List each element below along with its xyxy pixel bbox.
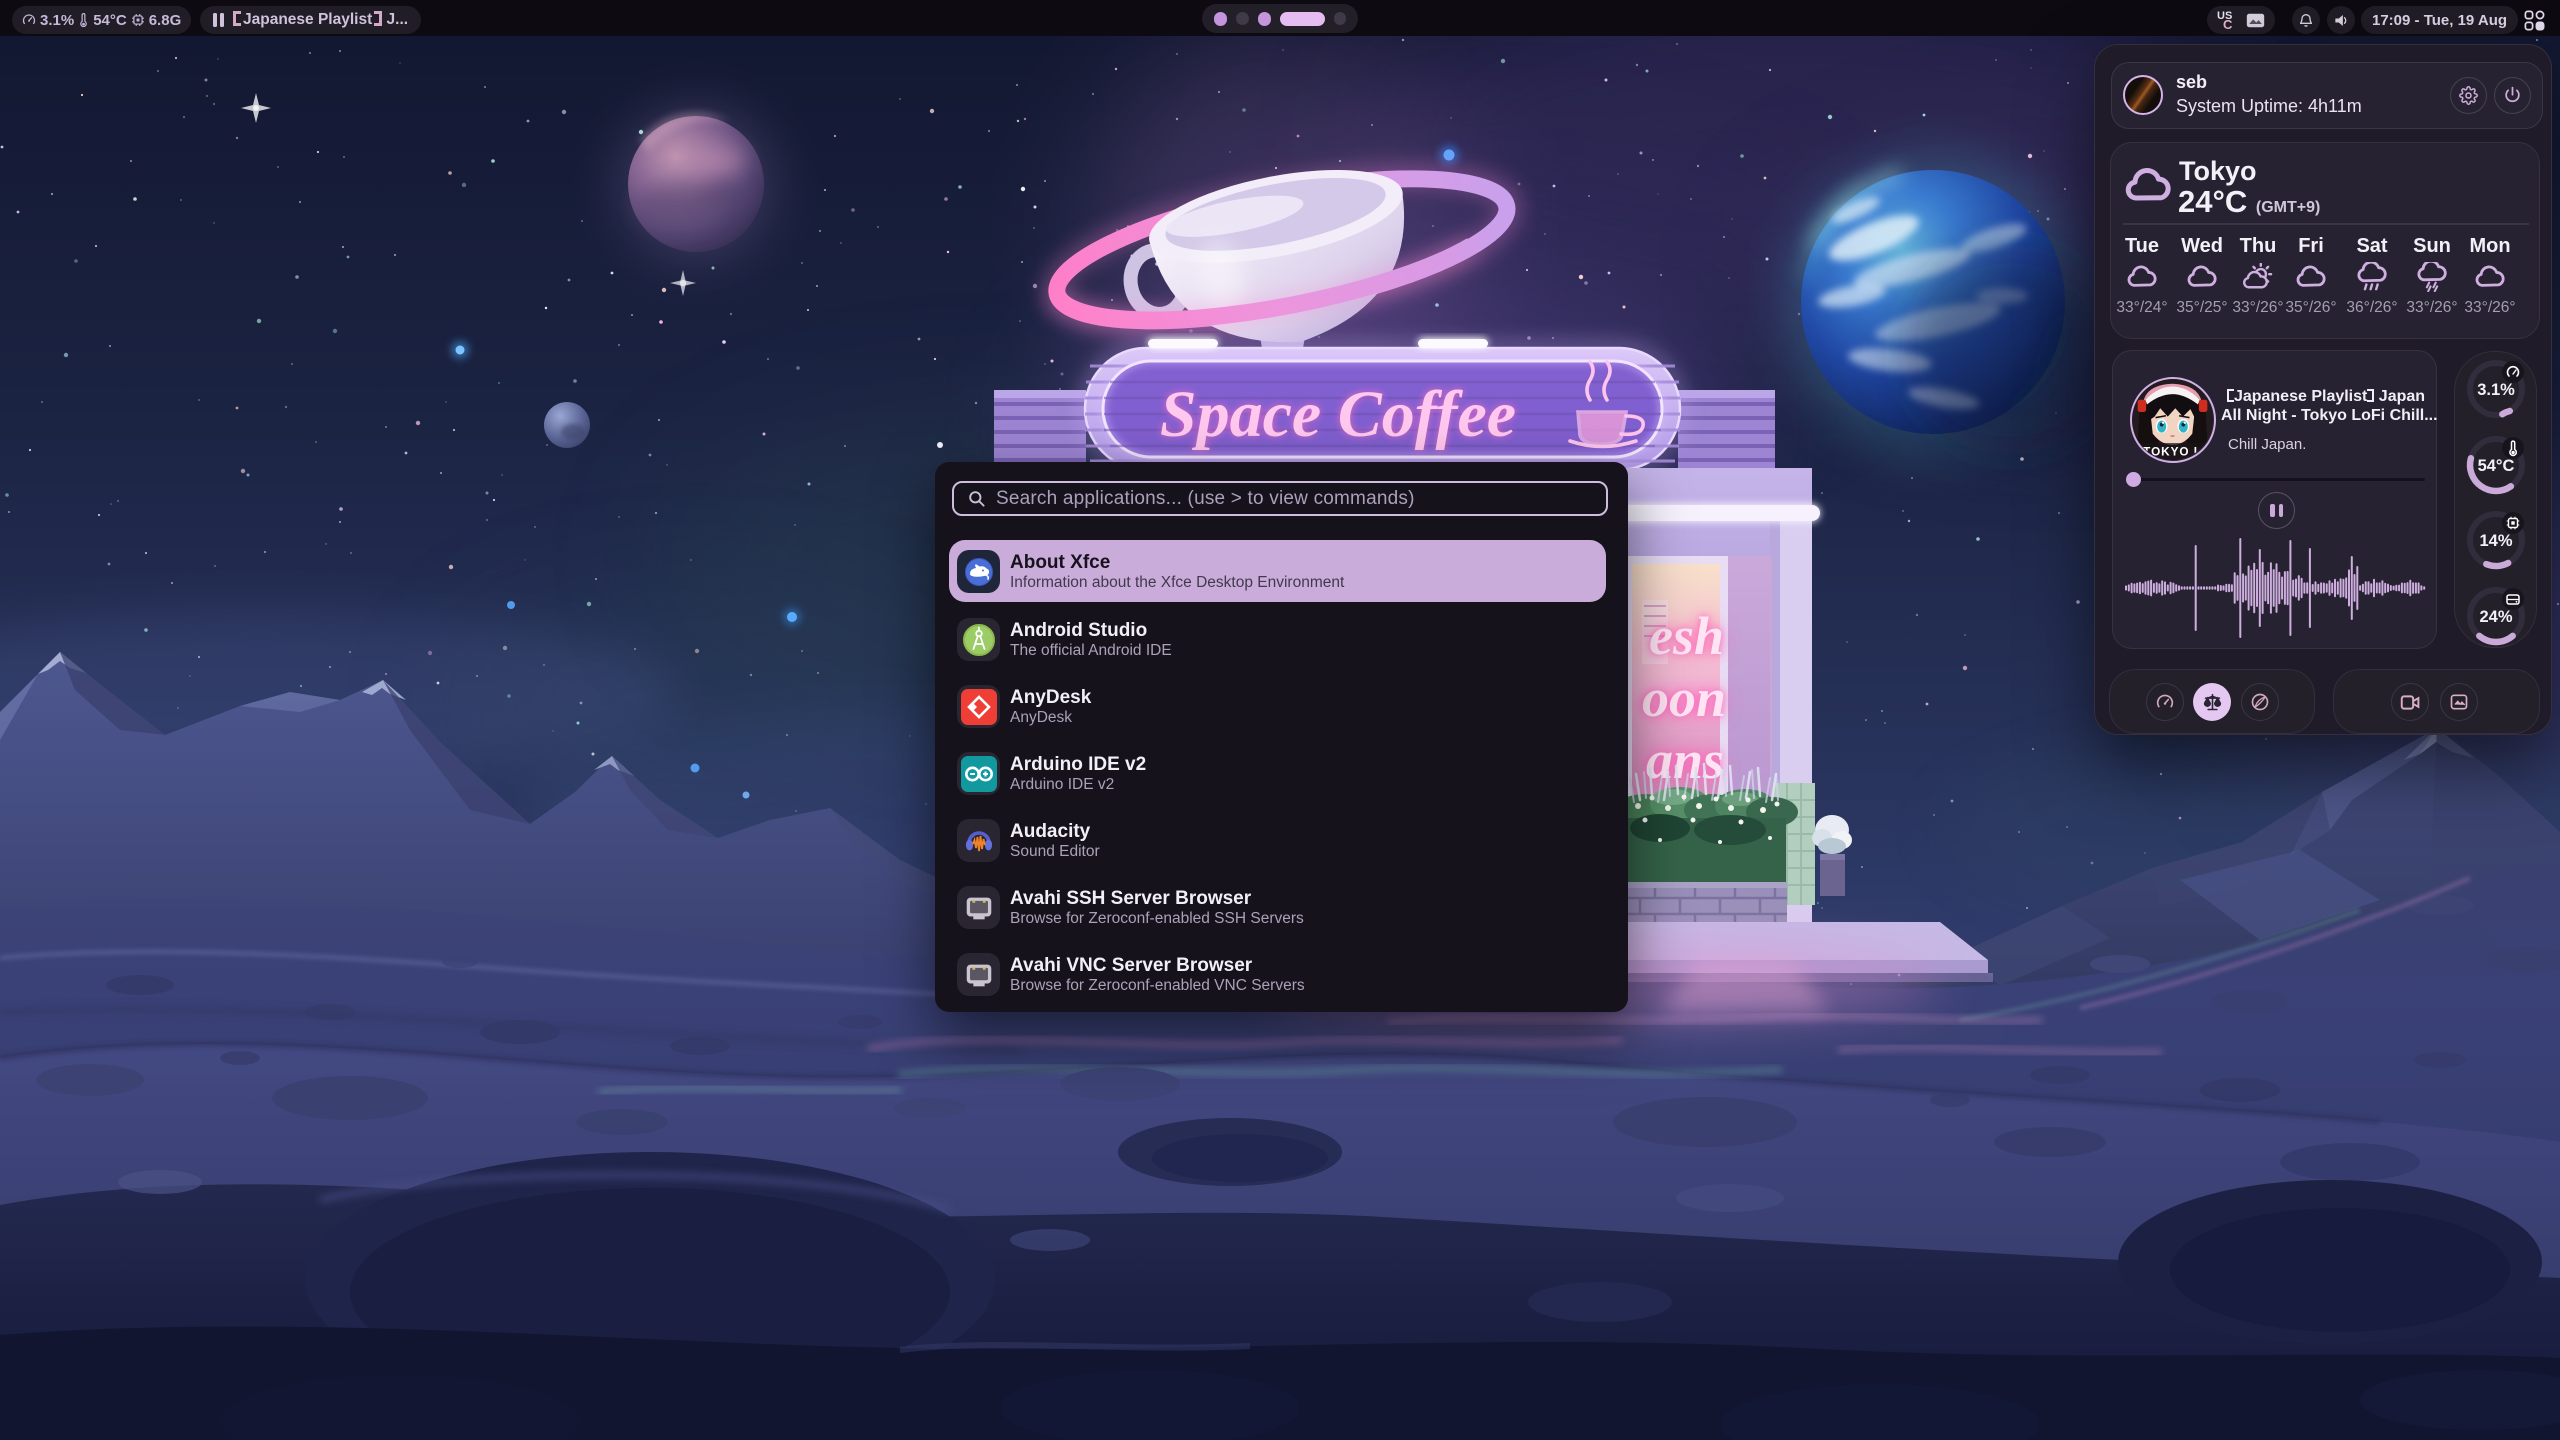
svg-text:Space Coffee: Space Coffee — [1160, 378, 1516, 451]
svg-text:14%: 14% — [2479, 532, 2512, 550]
svg-text:24%: 24% — [2479, 608, 2512, 626]
svg-text:oon: oon — [1642, 668, 1726, 728]
svg-text:54°C: 54°C — [2478, 457, 2515, 475]
svg-text:TOKYO L: TOKYO L — [2143, 445, 2202, 458]
svg-text:esh: esh — [1649, 606, 1724, 666]
svg-text:ans: ans — [1646, 730, 1724, 790]
svg-text:3.1%: 3.1% — [2477, 381, 2515, 399]
